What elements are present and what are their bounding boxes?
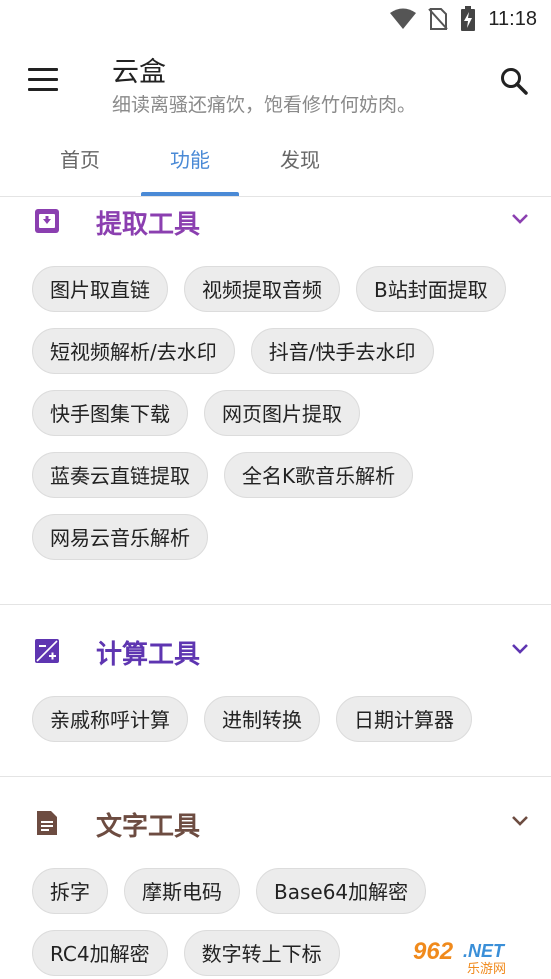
divider [0,604,551,605]
app-bar: 云盒 细读离骚还痛饮，饱看修竹何妨肉。 [0,38,551,130]
tab-features[interactable]: 功能 [135,144,245,173]
section-title-extract: 提取工具 [96,210,201,240]
wifi-icon [390,8,417,29]
app-title: 云盒 [112,57,166,88]
chip-image-link[interactable]: 图片取直链 [32,266,168,312]
chip-morse[interactable]: 摩斯电码 [124,868,240,914]
svg-text:乐游网: 乐游网 [467,962,506,975]
chip-relative-title[interactable]: 亲戚称呼计算 [32,696,188,742]
section-header-calc[interactable]: 计算工具 [0,626,551,678]
chip-date-calc[interactable]: 日期计算器 [336,696,472,742]
chip-netease-music[interactable]: 网易云音乐解析 [32,514,208,560]
chip-super-subscript[interactable]: 数字转上下标 [183,930,340,976]
menu-icon[interactable] [28,68,58,92]
section-title-calc: 计算工具 [96,640,201,670]
chevron-down-icon[interactable] [511,212,529,226]
status-time: 11:18 [488,7,537,30]
chip-group-extract: 图片取直链 视频提取音频 B站封面提取 短视频解析/去水印 抖音/快手去水印 快… [32,266,531,560]
svg-text:962: 962 [413,938,454,965]
tab-discover[interactable]: 发现 [245,144,355,173]
chip-base-convert[interactable]: 进制转换 [204,696,320,742]
no-sim-icon [428,8,449,30]
section-header-extract[interactable]: 提取工具 [0,196,551,248]
chip-rc4[interactable]: RC4加解密 [32,930,168,976]
watermark-logo: 962 .NET 乐游网 [413,938,506,975]
tab-bar: 首页 功能 发现 [0,130,551,197]
section-calc-tools: 计算工具 亲戚称呼计算 进制转换 日期计算器 [0,626,551,776]
chip-kuaishou-album[interactable]: 快手图集下载 [32,390,188,436]
document-icon [37,811,57,835]
chevron-down-icon[interactable] [511,642,529,656]
chip-bilibili-cover[interactable]: B站封面提取 [356,266,506,312]
section-extract-tools: 提取工具 图片取直链 视频提取音频 B站封面提取 短视频解析/去水印 抖音/快手… [0,196,551,604]
chip-webpage-image[interactable]: 网页图片提取 [204,390,360,436]
app-subtitle: 细读离骚还痛饮，饱看修竹何妨肉。 [112,94,417,116]
svg-text:.NET: .NET [463,941,506,961]
calculator-icon [35,639,59,663]
chip-lanzou-link[interactable]: 蓝奏云直链提取 [32,452,208,498]
search-icon[interactable] [499,66,529,96]
chip-douyin-kuaishou[interactable]: 抖音/快手去水印 [250,328,434,374]
chevron-down-icon[interactable] [511,814,529,828]
divider [0,776,551,777]
status-icons: 11:18 [390,6,537,32]
status-bar: 11:18 [0,0,551,38]
chip-group-calc: 亲戚称呼计算 进制转换 日期计算器 [32,696,531,742]
download-box-icon [35,209,59,233]
section-header-text[interactable]: 文字工具 [0,798,551,850]
chip-video-audio[interactable]: 视频提取音频 [184,266,340,312]
tab-home[interactable]: 首页 [25,144,135,173]
chip-base64[interactable]: Base64加解密 [256,868,427,914]
chip-split-char[interactable]: 拆字 [32,868,108,914]
chip-short-video-parse[interactable]: 短视频解析/去水印 [32,328,235,374]
battery-charging-icon [461,6,476,31]
chip-kge-music[interactable]: 全名K歌音乐解析 [224,452,414,498]
section-title-text: 文字工具 [96,812,201,842]
